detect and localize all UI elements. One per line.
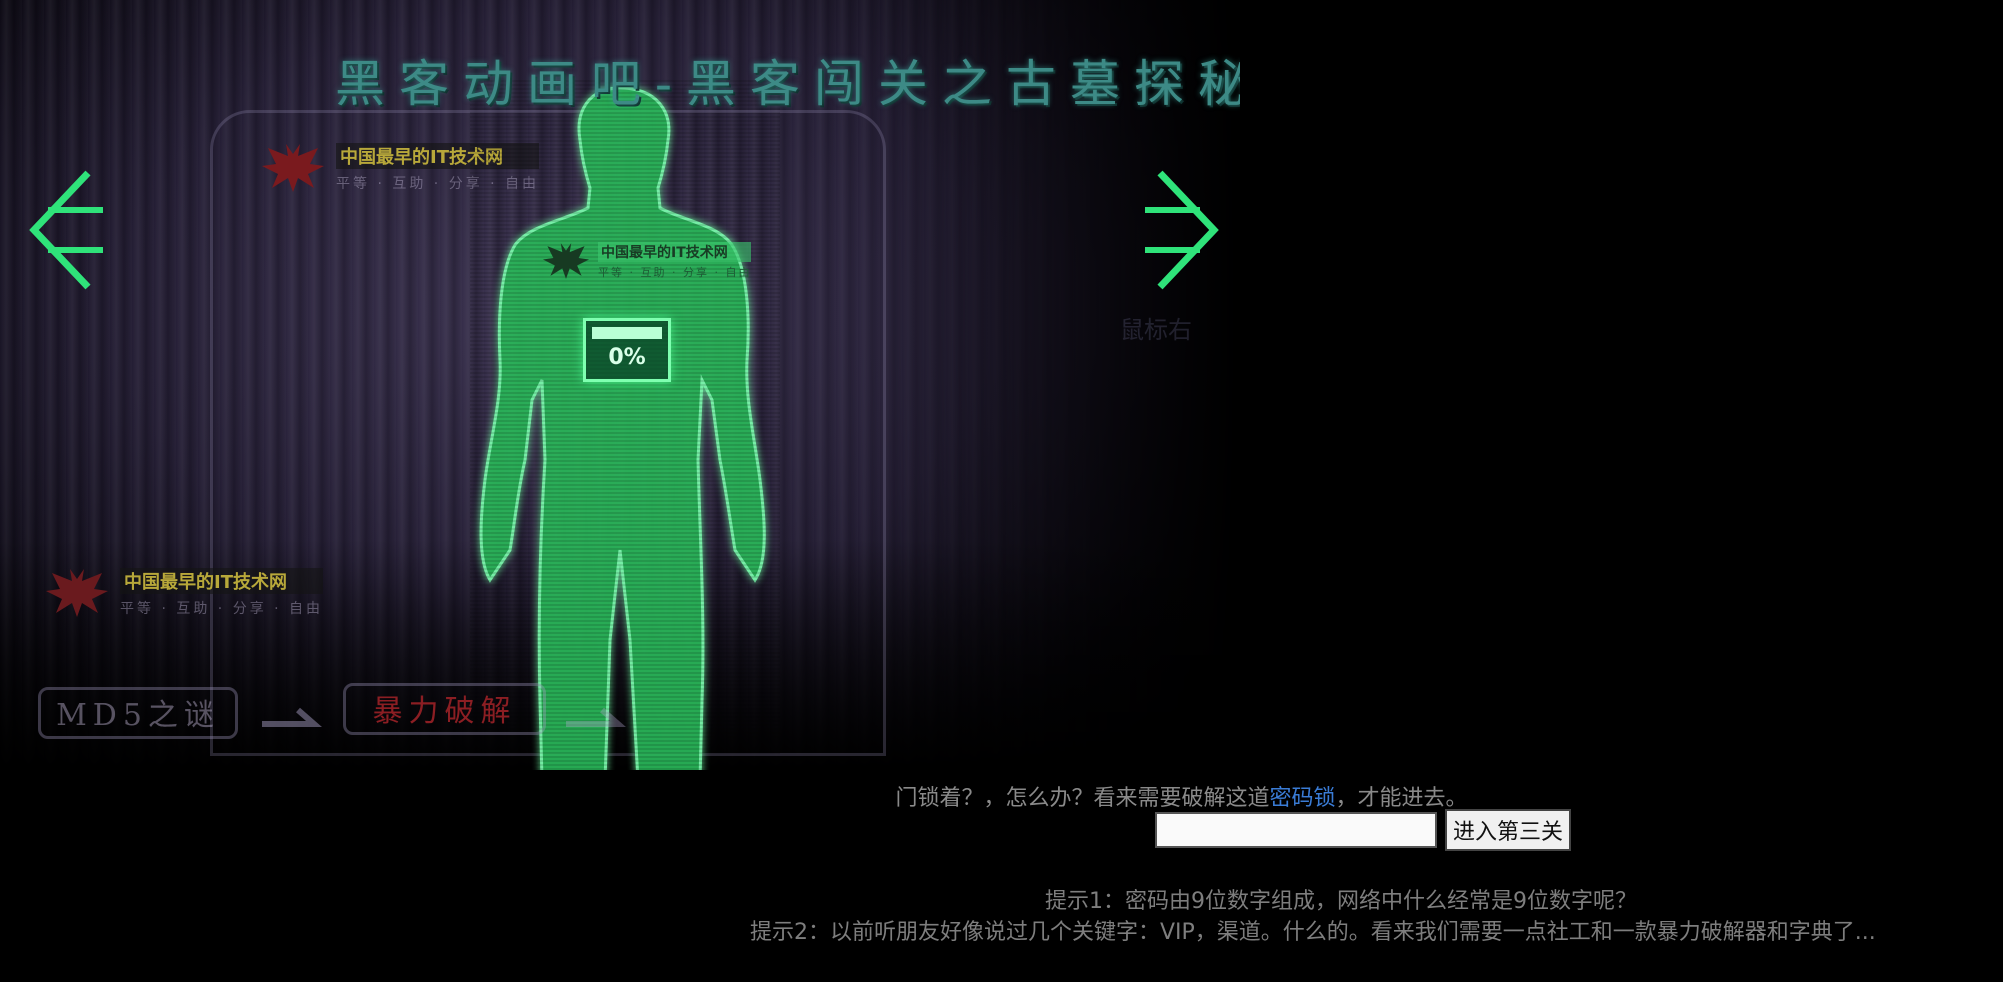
hint-2: 提示2：以前听朋友好像说过几个关键字：VIP，渠道。什么的。看来我们需要一点社工… — [750, 920, 1876, 945]
bat-logo-icon — [262, 144, 324, 192]
bat-logo-icon — [542, 243, 590, 279]
chest-logo-name: 中国最早的IT技术网 — [598, 242, 752, 262]
logo-tagline: 平等 · 互助 · 分享 · 自由 — [120, 601, 324, 617]
password-form: 进入第三关 — [1155, 809, 1572, 851]
level-arrow-icon — [566, 707, 626, 727]
password-lock-link[interactable]: 密码锁 — [1269, 786, 1335, 811]
level-arrow-icon — [262, 707, 322, 727]
password-input[interactable] — [1155, 812, 1437, 848]
logo-name: 中国最早的IT技术网 — [120, 568, 324, 594]
progress-bar — [592, 327, 662, 339]
scene-watermark: 鼠标右 — [1120, 316, 1192, 344]
right-arrow-icon[interactable] — [1140, 165, 1220, 295]
prompt-text-before: 门锁着？，怎么办？看来需要破解这道 — [895, 786, 1270, 811]
enter-level-three-button[interactable]: 进入第三关 — [1445, 809, 1572, 851]
prompt-text-after: ，才能进去。 — [1335, 786, 1468, 811]
chest-logo-tagline: 平等 · 互助 · 分享 · 自由 — [598, 266, 752, 279]
scene-title: 黑客动画吧-黑客闯关之古墓探秘 — [335, 55, 1240, 113]
progress-indicator: 0% — [583, 318, 671, 382]
hint-1: 提示1：密码由9位数字组成，网络中什么经常是9位数字呢？ — [1045, 889, 1637, 914]
level-banner: 黑客动画吧-黑客闯关之古墓探秘 中国最早的IT技术网 平等 · 互助 · 分享 … — [0, 0, 1240, 770]
bat-logo-icon — [46, 569, 108, 617]
site-logo-bottom: 中国最早的IT技术网 平等 · 互助 · 分享 · 自由 — [42, 565, 324, 621]
level-md5-button[interactable]: MD5之谜 — [38, 687, 238, 739]
left-arrow-icon[interactable] — [28, 165, 108, 295]
progress-label: 0% — [608, 345, 646, 370]
door-prompt: 门锁着？，怎么办？看来需要破解这道密码锁，才能进去。 — [0, 780, 2003, 812]
level-bruteforce-button[interactable]: 暴力破解 — [343, 683, 546, 735]
chest-logo: 中国最早的IT技术网 平等 · 互助 · 分享 · 自由 — [540, 240, 752, 282]
hologram-figure — [470, 80, 780, 770]
